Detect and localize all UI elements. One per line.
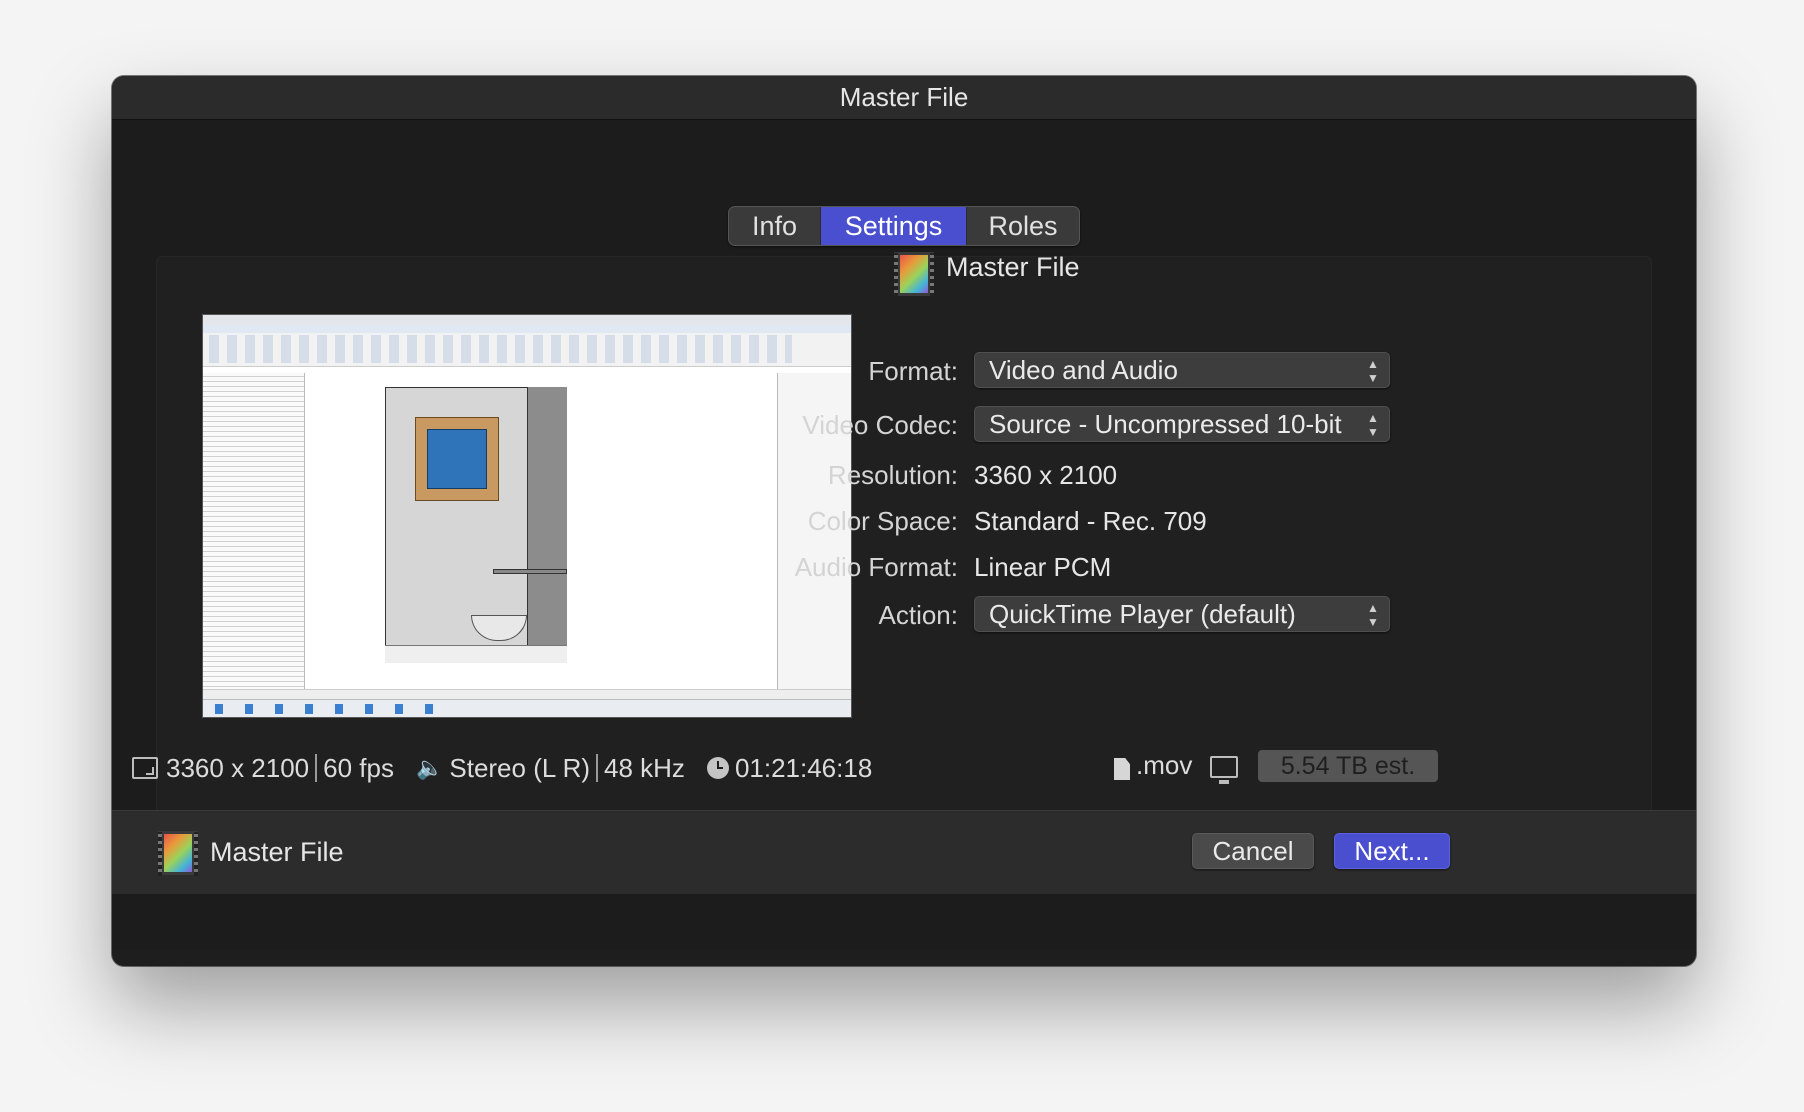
summary-resolution: 3360 x 2100 — [166, 752, 310, 783]
separator — [315, 754, 318, 782]
video-codec-value: Source - Uncompressed 10-bit 4:... — [989, 408, 1349, 439]
window-titlebar[interactable]: Master File — [112, 76, 1696, 120]
color-space-value: Standard - Rec. 709 — [974, 506, 1207, 536]
tab-bar: Info Settings Roles — [728, 206, 1080, 246]
format-label: Format: — [868, 356, 958, 386]
film-icon — [894, 252, 934, 297]
preview-column — [527, 387, 567, 663]
preview-ribbon — [203, 315, 851, 367]
chevron-updown-icon: ▲ ▼ — [1367, 601, 1379, 629]
preview-project-browser — [203, 373, 305, 691]
video-codec-label: Video Codec: — [802, 410, 958, 440]
destination-title: Master File — [946, 252, 1080, 282]
footer-destination-title: Master File — [210, 837, 344, 867]
action-label: Action: — [878, 600, 959, 630]
separator — [596, 754, 599, 782]
summary-fps: 60 fps — [323, 752, 394, 783]
action-value: QuickTime Player (default) — [989, 598, 1296, 629]
file-extension: .mov — [1136, 750, 1193, 780]
next-button[interactable]: Next... — [1334, 833, 1450, 869]
export-summary: 3360 x 2100 60 fps 🔈 Stereo (L R) 48 kHz… — [132, 748, 872, 788]
export-dialog: Master File Info Settings Roles Master F… — [112, 76, 1696, 966]
clock-icon — [706, 757, 729, 779]
preview-window-glass — [427, 429, 487, 489]
tab-roles[interactable]: Roles — [967, 207, 1079, 245]
preview-floor — [385, 645, 567, 663]
film-icon — [158, 831, 198, 876]
resolution-label: Resolution: — [827, 460, 958, 490]
speaker-icon: 🔈 — [415, 755, 444, 780]
tab-settings[interactable]: Settings — [821, 207, 967, 245]
chevron-updown-icon: ▲ ▼ — [1367, 357, 1379, 385]
chevron-updown-icon: ▲ ▼ — [1367, 411, 1379, 439]
monitor-icon — [1210, 756, 1238, 784]
summary-sample-rate: 48 kHz — [604, 752, 685, 783]
file-icon — [1114, 758, 1130, 780]
dialog-footer: Master File Cancel Next... — [112, 810, 1696, 894]
window-title: Master File — [839, 82, 969, 112]
color-space-label: Color Space: — [807, 506, 958, 536]
dialog-content: Info Settings Roles Master File Format: — [112, 120, 1696, 950]
audio-format-value: Linear PCM — [974, 552, 1112, 582]
action-popup[interactable]: QuickTime Player (default) ▲ ▼ — [974, 596, 1390, 632]
audio-format-label: Audio Format: — [794, 552, 958, 582]
summary-audio-channels: Stereo (L R) — [449, 752, 591, 783]
size-estimate-badge: 5.54 TB est. — [1258, 750, 1438, 782]
preview-taskbar — [203, 699, 851, 717]
video-preview-thumbnail — [202, 314, 852, 718]
preview-statusbar — [203, 689, 851, 699]
resolution-value: 3360 x 2100 — [974, 460, 1118, 490]
format-popup[interactable]: Video and Audio ▲ ▼ — [974, 352, 1390, 388]
video-codec-popup[interactable]: Source - Uncompressed 10-bit 4:... ▲▼ — [974, 406, 1390, 442]
format-value: Video and Audio — [989, 354, 1178, 385]
preview-shelf — [493, 569, 567, 574]
tab-info[interactable]: Info — [729, 207, 821, 245]
cancel-button[interactable]: Cancel — [1192, 833, 1314, 869]
summary-duration: 01:21:46:18 — [734, 752, 873, 783]
resolution-icon — [132, 757, 158, 779]
